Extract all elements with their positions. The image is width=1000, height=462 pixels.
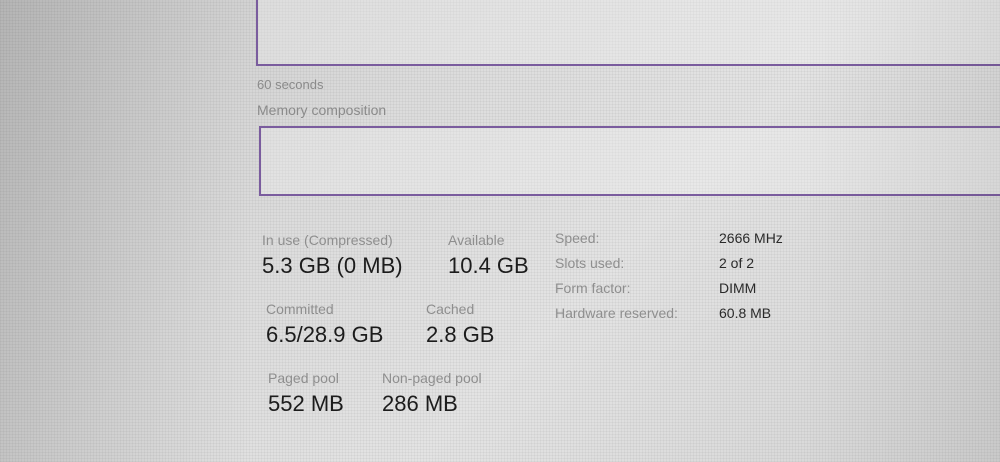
stat-committed: Committed 6.5/28.9 GB [266,301,383,348]
stat-committed-value: 6.5/28.9 GB [266,322,384,347]
property-value: 2 of 2 [719,255,755,271]
stat-in-use: In use (Compressed) 5.3 GB (0 MB) [262,232,403,279]
stat-paged-pool: Paged pool 552 MB [268,370,344,417]
memory-composition-bar [259,126,1000,196]
stat-in-use-value: 5.3 GB (0 MB) [262,253,403,278]
stat-cached-value: 2.8 GB [426,322,495,347]
stat-committed-label: Committed [266,301,334,317]
property-value: 2666 MHz [719,230,783,246]
property-row-hardware-reserved: Hardware reserved: 60.8 MB [555,305,815,330]
stat-non-paged-pool-value: 286 MB [382,391,458,416]
memory-properties: Speed: 2666 MHz Slots used: 2 of 2 Form … [555,230,815,330]
property-row-speed: Speed: 2666 MHz [555,230,815,255]
stat-cached-label: Cached [426,301,475,317]
property-value: DIMM [719,280,757,296]
stat-paged-pool-label: Paged pool [268,370,339,386]
property-row-form-factor: Form factor: DIMM [555,280,815,305]
stat-available-label: Available [448,232,505,248]
memory-usage-graph [256,0,1000,66]
property-value: 60.8 MB [719,305,772,321]
stat-paged-pool-value: 552 MB [268,391,344,416]
graph-time-label: 60 seconds [257,77,324,92]
memory-composition-label: Memory composition [257,102,387,118]
property-label: Slots used: [555,255,625,271]
stat-in-use-label: In use (Compressed) [262,232,393,248]
stat-available-value: 10.4 GB [448,253,529,278]
stat-non-paged-pool: Non-paged pool 286 MB [382,370,482,417]
property-label: Hardware reserved: [555,305,678,321]
stat-non-paged-pool-label: Non-paged pool [382,370,482,386]
property-label: Form factor: [555,280,631,296]
stat-cached: Cached 2.8 GB [426,301,494,348]
property-label: Speed: [555,230,600,246]
property-row-slots-used: Slots used: 2 of 2 [555,255,815,280]
stat-available: Available 10.4 GB [448,232,529,279]
